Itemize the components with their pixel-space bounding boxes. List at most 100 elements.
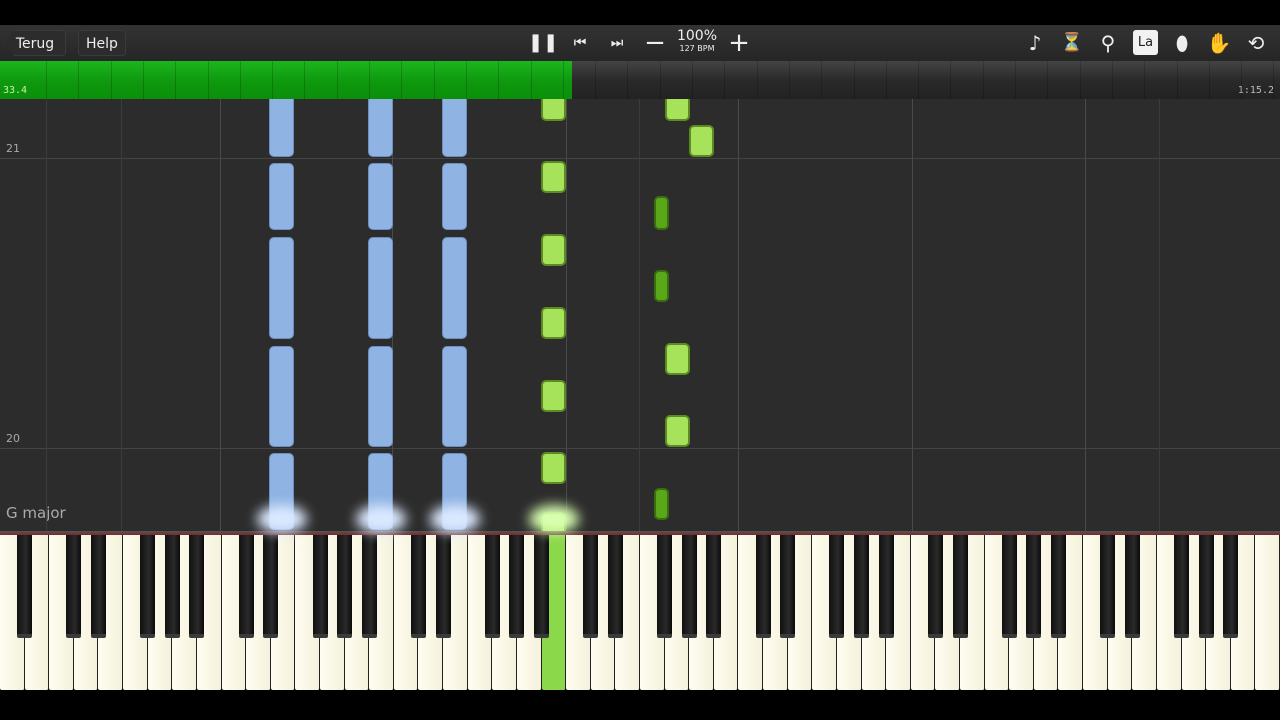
key-glow	[529, 505, 579, 533]
magnifier-icon[interactable]: ⚲	[1094, 29, 1122, 57]
black-key[interactable]	[1174, 535, 1190, 638]
progress-tick	[1047, 61, 1049, 99]
progress-tick	[369, 61, 370, 99]
plus-icon[interactable]: +	[725, 29, 753, 57]
progress-tick	[950, 61, 952, 99]
black-key[interactable]	[484, 535, 500, 638]
key-glow	[356, 505, 406, 533]
measure-line	[0, 158, 1280, 159]
black-key[interactable]	[263, 535, 279, 638]
help-button[interactable]: Help	[78, 30, 126, 56]
progress-tick	[433, 61, 435, 99]
white-key[interactable]	[1255, 535, 1280, 690]
black-key[interactable]	[1223, 535, 1239, 638]
falling-note	[654, 196, 669, 230]
falling-note	[541, 161, 566, 193]
toolbar: Terug Help ❚❚ ⏮ ⏭ − 100% 127 BPM + ♪ ⏳ ⚲…	[0, 25, 1280, 61]
black-key[interactable]	[681, 535, 697, 638]
pause-icon[interactable]: ❚❚	[528, 29, 558, 57]
falling-note	[269, 99, 294, 157]
black-key[interactable]	[1100, 535, 1116, 638]
progress-bar[interactable]: 33.4 1:15.2	[0, 61, 1280, 99]
falling-note	[665, 343, 690, 375]
progress-tick	[885, 61, 887, 99]
falling-note	[368, 99, 393, 157]
black-key[interactable]	[66, 535, 82, 638]
black-key[interactable]	[509, 535, 525, 638]
falling-note	[654, 270, 669, 302]
falling-note	[654, 488, 669, 520]
progress-tick	[918, 61, 920, 99]
falling-note	[541, 234, 566, 266]
marker-icon[interactable]: ⬮	[1168, 29, 1196, 57]
black-key[interactable]	[90, 535, 106, 638]
progress-tick	[272, 61, 274, 99]
progress-tick	[142, 61, 144, 99]
falling-note	[368, 346, 393, 447]
progress-tick	[1144, 61, 1146, 99]
skip-back-icon[interactable]: ⏮	[566, 29, 594, 57]
black-key[interactable]	[164, 535, 180, 638]
grid-line	[1085, 99, 1086, 531]
black-key[interactable]	[706, 535, 722, 638]
note-labels-button[interactable]: La	[1133, 30, 1158, 55]
loop-icon[interactable]: ⟲	[1242, 29, 1270, 57]
progress-tick	[1273, 61, 1275, 99]
black-key[interactable]	[829, 535, 845, 638]
black-key[interactable]	[607, 535, 623, 638]
falling-note	[269, 163, 294, 230]
key-glow	[257, 505, 307, 533]
black-key[interactable]	[854, 535, 870, 638]
falling-note	[442, 163, 467, 230]
black-key[interactable]	[337, 535, 353, 638]
piano-keyboard	[0, 535, 1280, 692]
falling-note	[442, 99, 467, 157]
black-key[interactable]	[410, 535, 426, 638]
black-key[interactable]	[1001, 535, 1017, 638]
black-key[interactable]	[1124, 535, 1140, 638]
black-key[interactable]	[927, 535, 943, 638]
falling-note	[665, 415, 690, 447]
current-time: 33.4	[3, 85, 28, 96]
note-roll: 21 20 G major	[0, 99, 1280, 531]
minus-icon[interactable]: −	[641, 29, 669, 57]
progress-tick	[304, 61, 306, 99]
black-key[interactable]	[17, 535, 33, 638]
progress-tick	[821, 61, 823, 99]
measure-line	[0, 448, 1280, 449]
progress-tick	[46, 61, 47, 99]
black-key[interactable]	[657, 535, 673, 638]
progress-tick	[1241, 61, 1243, 99]
black-key[interactable]	[755, 535, 771, 638]
key-signature: G major	[6, 504, 66, 522]
black-key[interactable]	[312, 535, 328, 638]
progress-tick	[788, 61, 790, 99]
black-key[interactable]	[189, 535, 205, 638]
black-key[interactable]	[361, 535, 377, 638]
black-key[interactable]	[878, 535, 894, 638]
black-key[interactable]	[140, 535, 156, 638]
note-icon[interactable]: ♪	[1021, 29, 1049, 57]
black-key[interactable]	[1198, 535, 1214, 638]
back-button[interactable]: Terug	[4, 30, 66, 56]
falling-note	[541, 452, 566, 484]
black-key[interactable]	[238, 535, 254, 638]
measure-number: 21	[6, 142, 20, 155]
metronome-icon[interactable]: ⏳	[1058, 29, 1086, 57]
grid-line	[566, 99, 567, 531]
hand-icon[interactable]: ✋	[1205, 29, 1233, 57]
progress-tick	[724, 61, 726, 99]
skip-forward-icon[interactable]: ⏭	[603, 29, 631, 57]
black-key[interactable]	[1050, 535, 1066, 638]
black-key[interactable]	[1026, 535, 1042, 638]
progress-tick	[1208, 61, 1210, 99]
black-key[interactable]	[534, 535, 550, 638]
black-key[interactable]	[583, 535, 599, 638]
black-key[interactable]	[435, 535, 451, 638]
progress-tick	[78, 61, 80, 99]
falling-note	[368, 163, 393, 230]
total-time: 1:15.2	[1237, 85, 1274, 96]
progress-tick	[692, 61, 693, 99]
black-key[interactable]	[952, 535, 968, 638]
black-key[interactable]	[780, 535, 796, 638]
